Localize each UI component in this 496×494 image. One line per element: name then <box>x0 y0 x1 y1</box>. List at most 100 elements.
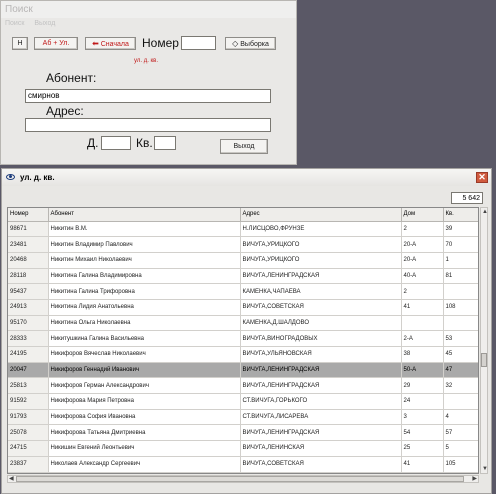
scroll-down-icon[interactable]: ▼ <box>482 466 488 472</box>
cell-house: 29 <box>401 377 444 395</box>
cell-kv: 39 <box>443 221 478 238</box>
cell-house <box>401 315 444 332</box>
table-row[interactable]: 91793 Никифорова София Ивановна СТ.ВИЧУГА,… <box>8 409 478 426</box>
record-count: 5 642 <box>451 192 483 204</box>
vertical-scroll-thumb[interactable] <box>481 353 487 367</box>
table-row[interactable]: 24913 Никитина Лидия Анатольевна ВИЧУГА,СО… <box>8 299 478 316</box>
search-menubar: Поиск Выход <box>1 18 296 30</box>
menu-item-exit[interactable]: Выход <box>34 20 55 27</box>
abonent-field[interactable]: смирнов <box>25 89 271 103</box>
cell-abonent: Никитин Михаил Николаевич <box>48 252 241 269</box>
cell-address: ВИЧУГА,ЛЕНИНГРАДСКАЯ <box>240 268 402 285</box>
close-icon: ✕ <box>478 172 486 182</box>
abonent-label: Абонент: <box>46 71 97 85</box>
table-row[interactable]: 98671 Никитин В.М. Н.ЛИСЦОВО,ФРУНЗЕ 2 39 <box>8 221 478 238</box>
horizontal-scrollbar[interactable]: ◀ ▶ <box>7 475 479 483</box>
cell-house: 20-А <box>401 252 444 269</box>
scroll-up-icon[interactable]: ▲ <box>482 209 488 215</box>
close-button[interactable]: ✕ <box>476 172 488 183</box>
table-row[interactable]: 25078 Никифорова Татьяна Дмитриевна ВИЧУГА… <box>8 424 478 442</box>
cell-abonent: Никифорова Татьяна Дмитриевна <box>48 424 241 442</box>
cell-abonent: Николаев Александр Сергеевич <box>48 456 241 473</box>
cell-number: 20047 <box>8 362 49 379</box>
table-row[interactable]: 95437 Никитина Галина Трифоровна КАМЕНКА,Ч… <box>8 283 478 300</box>
cell-address: СТ.ВИЧУГА,ГОРЬКОГО <box>240 393 402 410</box>
results-table: Номер Абонент Адрес Дом Кв. 98671 Никитин… <box>8 208 478 473</box>
select-button-label: Выборка <box>240 41 269 48</box>
column-header-number[interactable]: Номер <box>8 208 49 222</box>
search-window: Поиск Поиск Выход Н Аб + Ул. ⬅ Сначала Н… <box>0 0 297 165</box>
cell-house: 50-А <box>401 362 444 379</box>
cell-number: 25813 <box>8 377 49 395</box>
cell-kv: 4 <box>443 409 478 426</box>
table-row[interactable]: 28333 Никитушкина Галина Васильевна ВИЧУГА… <box>8 330 478 347</box>
cell-number: 24715 <box>8 440 49 457</box>
table-row[interactable]: 20468 Никитин Михаил Николаевич ВИЧУГА,УРИ… <box>8 252 478 269</box>
cell-house: 41 <box>401 456 444 473</box>
table-row[interactable]: 20047 Никифоров Геннадий Иванович ВИЧУГА,Л… <box>8 362 478 379</box>
table-row[interactable]: 91592 Никифорова Мария Петровна СТ.ВИЧУГА,… <box>8 393 478 410</box>
cell-house: 2 <box>401 283 444 300</box>
table-body: 98671 Никитин В.М. Н.ЛИСЦОВО,ФРУНЗЕ 2 39 2348… <box>8 221 478 473</box>
table-row[interactable]: 24195 Никифоров Вячеслав Николаевич ВИЧУГА… <box>8 346 478 363</box>
cell-number: 95170 <box>8 315 49 332</box>
start-button-label: Сначала <box>100 41 129 48</box>
cell-house: 2-А <box>401 330 444 347</box>
kv-field[interactable] <box>154 136 176 150</box>
arrow-left-icon: ⬅ <box>92 39 99 48</box>
abonent-street-button[interactable]: Аб + Ул. <box>34 37 78 50</box>
cell-kv: 1 <box>443 252 478 269</box>
column-header-house[interactable]: Дом <box>401 208 444 222</box>
eraser-icon: ◇ <box>232 39 239 48</box>
cell-number: 20468 <box>8 252 49 269</box>
cell-kv: 32 <box>443 377 478 395</box>
search-window-title: Поиск <box>1 1 296 18</box>
results-window: ул. д. кв. ✕ 5 642 Номер Абонент Адрес Д… <box>1 168 492 494</box>
vertical-scrollbar[interactable]: ▲ ▼ <box>480 207 488 474</box>
cell-address: ВИЧУГА,ЛЕНИНГРАДСКАЯ <box>240 424 402 442</box>
cell-abonent: Никитушкина Галина Васильевна <box>48 330 241 347</box>
cell-address: ВИЧУГА,ЛЕНИНСКАЯ <box>240 440 402 457</box>
menu-item-search[interactable]: Поиск <box>5 20 24 27</box>
horizontal-scroll-thumb[interactable] <box>16 476 464 482</box>
cell-number: 91592 <box>8 393 49 410</box>
table-row[interactable]: 25813 Никифоров Герман Александрович ВИЧУГ… <box>8 377 478 395</box>
scroll-right-icon[interactable]: ▶ <box>472 476 477 482</box>
cell-house: 24 <box>401 393 444 410</box>
cell-kv: 105 <box>443 456 478 473</box>
address-label: Адрес: <box>46 104 84 118</box>
results-titlebar: ул. д. кв. ✕ <box>2 169 491 186</box>
nomer-field[interactable] <box>181 36 216 50</box>
cell-number: 95437 <box>8 283 49 300</box>
cell-kv <box>443 283 478 300</box>
cell-address: ВИЧУГА,УЛЬЯНОВСКАЯ <box>240 346 402 363</box>
table-header: Номер Абонент Адрес Дом Кв. <box>8 208 478 222</box>
house-field[interactable] <box>101 136 131 150</box>
table-row[interactable]: 24715 Никишин Евгений Леонтьевич ВИЧУГА,ЛЕ… <box>8 440 478 457</box>
table-row[interactable]: 28118 Никитина Галина Владимировна ВИЧУГА,… <box>8 268 478 285</box>
column-header-kv[interactable]: Кв. <box>443 208 478 222</box>
table-row[interactable]: 23837 Николаев Александр Сергеевич ВИЧУГА,… <box>8 456 478 473</box>
cell-number: 28118 <box>8 268 49 285</box>
cell-address: Н.ЛИСЦОВО,ФРУНЗЕ <box>240 221 402 238</box>
table-row[interactable]: 95170 Никитина Ольга Николаевна КАМЕНКА,Д.… <box>8 315 478 332</box>
start-button[interactable]: ⬅ Сначала <box>85 37 136 50</box>
cell-house: 41 <box>401 299 444 316</box>
cell-kv: 45 <box>443 346 478 363</box>
cell-address: КАМЕНКА,ЧАПАЕВА <box>240 283 402 300</box>
select-button[interactable]: ◇ Выборка <box>225 37 276 50</box>
cell-number: 98671 <box>8 221 49 238</box>
column-header-address[interactable]: Адрес <box>240 208 402 222</box>
table-row[interactable]: 23481 Никитин Владимир Павлович ВИЧУГА,УРИ… <box>8 236 478 253</box>
cell-kv: 70 <box>443 236 478 253</box>
column-header-abonent[interactable]: Абонент <box>48 208 241 222</box>
cell-abonent: Никифоров Вячеслав Николаевич <box>48 346 241 363</box>
cell-kv: 108 <box>443 299 478 316</box>
cell-abonent: Никитина Ольга Николаевна <box>48 315 241 332</box>
address-field[interactable] <box>25 118 271 132</box>
exit-button[interactable]: Выход <box>220 139 268 154</box>
cell-abonent: Никитин В.М. <box>48 221 241 238</box>
cell-abonent: Никитина Галина Трифоровна <box>48 283 241 300</box>
scroll-left-icon[interactable]: ◀ <box>9 476 14 482</box>
h-button[interactable]: Н <box>12 37 28 50</box>
